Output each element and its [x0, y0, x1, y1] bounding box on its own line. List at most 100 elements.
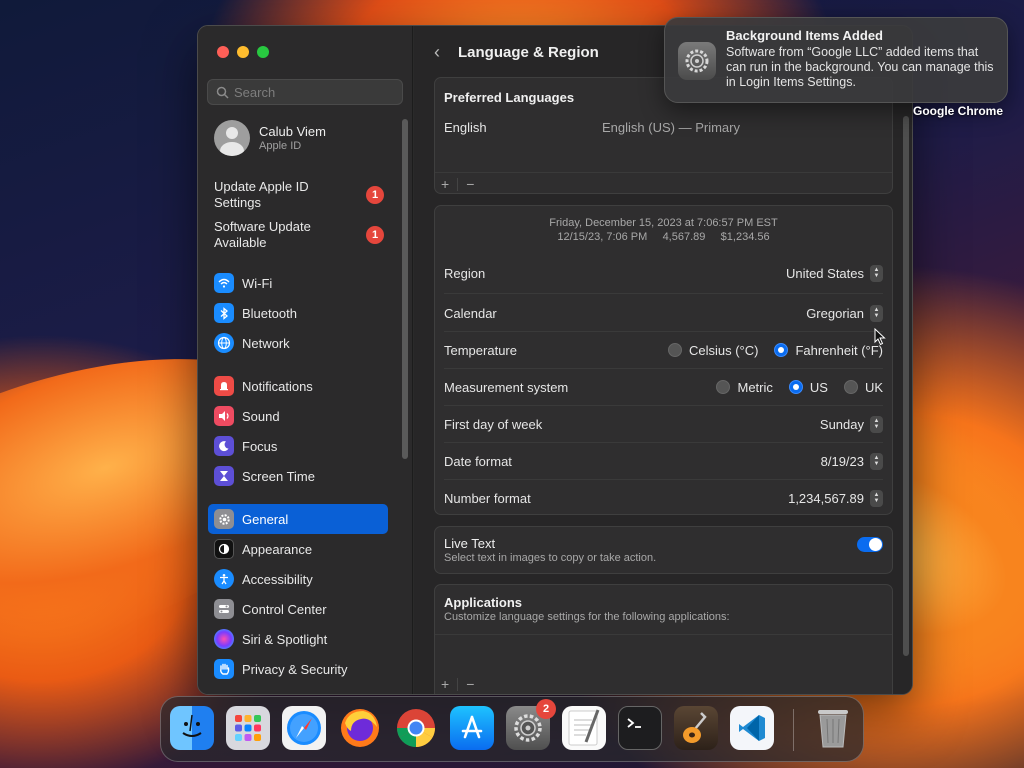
add-application-button[interactable]: + — [441, 676, 449, 692]
setting-value: Gregorian — [806, 305, 864, 321]
finder-icon[interactable] — [170, 706, 214, 750]
textedit-icon[interactable] — [562, 706, 606, 750]
radio-label: Metric — [737, 379, 773, 395]
setting-label: Calendar — [444, 305, 497, 321]
date-format-popup[interactable]: 8/19/23 ▲ ▼ — [820, 452, 883, 470]
back-chevron-icon[interactable]: ‹ — [434, 42, 440, 63]
sidebar-scrollbar[interactable] — [402, 119, 408, 459]
system-settings-icon[interactable]: 2 — [506, 699, 556, 750]
content-scrollbar[interactable] — [903, 116, 909, 656]
sidebar-item-control-center[interactable]: Control Center — [208, 594, 388, 624]
stepper-chevrons-icon: ▲ ▼ — [870, 304, 883, 322]
stepper-chevrons-icon: ▲ ▼ — [870, 264, 883, 282]
setting-label: Number format — [444, 490, 531, 506]
radio-indicator — [716, 380, 731, 394]
sidebar-item-general[interactable]: General — [208, 504, 388, 534]
trash-icon[interactable] — [811, 706, 855, 750]
launchpad-icon[interactable] — [226, 706, 270, 750]
radio-fahrenheit[interactable]: Fahrenheit (°F) — [774, 343, 883, 358]
minimize-button[interactable] — [237, 46, 249, 58]
divider — [457, 177, 459, 191]
radio-uk[interactable]: UK — [843, 379, 883, 395]
applications-card: Applications Customize language settings… — [434, 584, 893, 694]
sidebar-item-accessibility[interactable]: Accessibility — [208, 564, 388, 594]
temperature-row: Temperature Celsius (°C) Fahrenheit (°F) — [444, 335, 883, 365]
radio-us[interactable]: US — [788, 379, 828, 395]
add-language-button[interactable]: + — [441, 176, 449, 192]
safari-icon[interactable] — [282, 706, 326, 750]
apple-id-account[interactable]: Calub Viem Apple ID — [214, 120, 326, 156]
sidebar-item-label: Privacy & Security — [242, 661, 348, 677]
region-popup[interactable]: United States ▲ ▼ — [786, 264, 883, 282]
software-update-item[interactable]: Software Update Available 1 — [214, 219, 384, 251]
applications-info: Applications Customize language settings… — [444, 595, 730, 623]
number-format-popup[interactable]: 1,234,567.89 ▲ ▼ — [788, 489, 883, 507]
radio-label: UK — [864, 379, 883, 395]
control-center-icon — [214, 599, 234, 619]
alert-badge: 1 — [366, 226, 384, 244]
language-row[interactable]: English English (US) — Primary — [444, 112, 883, 142]
sidebar-item-screen-time[interactable]: Screen Time — [208, 461, 388, 491]
sidebar-item-wifi[interactable]: Wi-Fi — [208, 268, 388, 298]
sidebar-item-appearance[interactable]: Appearance — [208, 534, 388, 564]
radio-celsius[interactable]: Celsius (°C) — [667, 342, 759, 358]
remove-language-button[interactable]: − — [466, 176, 474, 192]
radio-label: Fahrenheit (°F) — [795, 342, 883, 358]
sidebar-item-focus[interactable]: Focus — [208, 431, 388, 461]
live-text-toggle[interactable] — [857, 537, 883, 552]
sidebar-item-label: Appearance — [242, 541, 313, 557]
accessibility-icon — [214, 569, 234, 589]
sidebar-item-label: Sound — [242, 408, 280, 424]
setting-label: First day of week — [444, 416, 543, 432]
section-title: Preferred Languages — [444, 90, 575, 105]
garageband-icon[interactable] — [674, 706, 718, 750]
sidebar-item-sound[interactable]: Sound — [208, 401, 388, 431]
divider — [444, 479, 883, 480]
language-add-remove: + − — [441, 176, 474, 192]
siri-icon — [214, 629, 234, 649]
window-controls — [217, 46, 269, 58]
terminal-icon[interactable] — [618, 706, 662, 750]
first-day-popup[interactable]: Sunday ▲ ▼ — [820, 415, 883, 433]
sidebar-item-network[interactable]: Network — [208, 328, 388, 358]
notification-body: Software from “Google LLC” added items t… — [726, 45, 994, 89]
firefox-icon[interactable] — [338, 706, 382, 750]
alert-label: Software Update Available — [214, 219, 311, 250]
sidebar-item-label: Bluetooth — [242, 305, 297, 321]
search-input[interactable] — [234, 84, 394, 100]
zoom-button[interactable] — [257, 46, 269, 58]
divider — [435, 634, 892, 635]
update-apple-id-item[interactable]: Update Apple ID Settings 1 — [214, 179, 384, 211]
region-row: Region United States ▲ ▼ — [444, 258, 883, 288]
background-items-notification[interactable]: Background Items Added Software from “Go… — [664, 17, 1008, 103]
language-detail: English (US) — Primary — [602, 119, 740, 135]
nav-group-network: Wi-Fi Bluetooth Network — [208, 268, 388, 358]
nav-group-system: General Appearance Accessibility Control… — [208, 504, 388, 684]
dock: 2 — [160, 696, 864, 762]
desktop-item-label[interactable]: Google Chrome — [913, 104, 1003, 118]
stepper-chevrons-icon: ▲ ▼ — [870, 452, 883, 470]
close-button[interactable] — [217, 46, 229, 58]
google-chrome-icon[interactable] — [394, 706, 438, 750]
search-field[interactable] — [207, 79, 403, 105]
setting-label: Temperature — [444, 342, 517, 358]
radio-indicator — [667, 343, 682, 357]
remove-application-button[interactable]: − — [466, 676, 474, 692]
network-icon — [214, 333, 234, 353]
user-name: Calub Viem — [259, 124, 326, 139]
stepper-chevrons-icon: ▲ ▼ — [870, 489, 883, 507]
setting-value: 8/19/23 — [820, 453, 864, 469]
sidebar-item-privacy-security[interactable]: Privacy & Security — [208, 654, 388, 684]
sidebar-item-siri-spotlight[interactable]: Siri & Spotlight — [208, 624, 388, 654]
divider — [435, 172, 892, 173]
sidebar-item-notifications[interactable]: Notifications — [208, 371, 388, 401]
live-text-description: Select text in images to copy or take ac… — [444, 552, 657, 564]
radio-label: US — [809, 379, 828, 395]
sidebar-item-bluetooth[interactable]: Bluetooth — [208, 298, 388, 328]
app-store-icon[interactable] — [450, 706, 494, 750]
radio-label: Celsius (°C) — [688, 342, 759, 358]
radio-metric[interactable]: Metric — [716, 379, 773, 395]
visual-studio-code-icon[interactable] — [730, 706, 774, 750]
language-name: English — [444, 119, 487, 135]
calendar-popup[interactable]: Gregorian ▲ ▼ — [806, 304, 883, 322]
